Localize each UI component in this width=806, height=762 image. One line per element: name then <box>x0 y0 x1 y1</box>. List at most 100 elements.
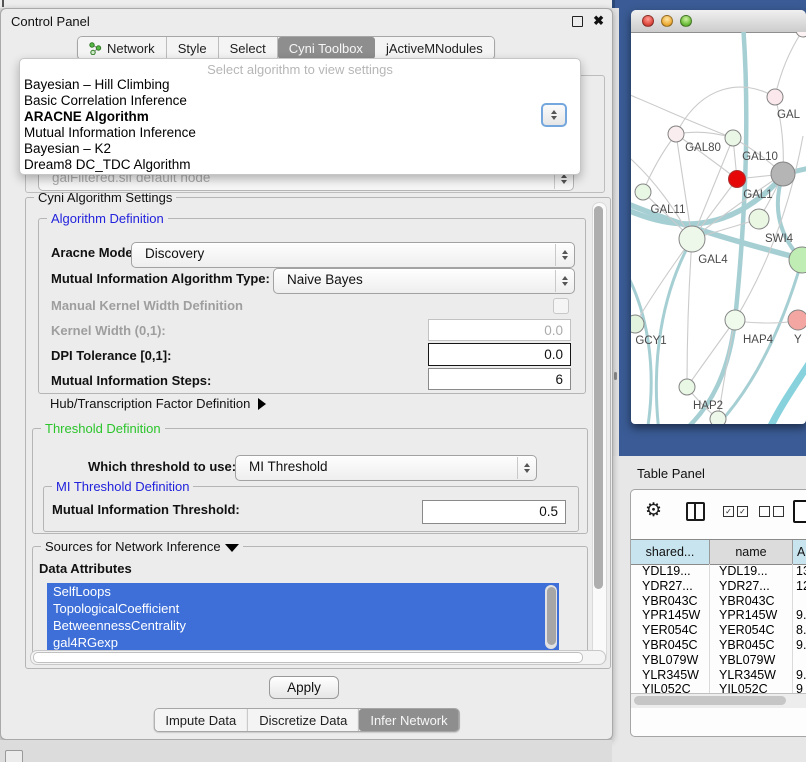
network-node[interactable] <box>725 130 741 146</box>
import-table-icon[interactable] <box>793 500 806 523</box>
network-node[interactable] <box>679 226 705 252</box>
panel-divider[interactable] <box>612 8 619 456</box>
network-node[interactable] <box>767 89 783 105</box>
network-edge[interactable] <box>745 322 788 323</box>
network-edge[interactable] <box>687 239 692 387</box>
dpi-tolerance-field[interactable]: 0.0 <box>428 343 571 366</box>
table-hscrollbar[interactable] <box>631 693 806 708</box>
tab-impute-data[interactable]: Impute Data <box>154 709 248 731</box>
tab-label: Network <box>107 41 155 56</box>
scrollbar-thumb[interactable] <box>594 206 603 589</box>
close-traffic-light-icon[interactable] <box>642 15 654 27</box>
tab-infer-network[interactable]: Infer Network <box>359 709 458 731</box>
manual-kernel-checkbox[interactable] <box>553 298 569 314</box>
network-node[interactable] <box>710 411 726 424</box>
close-icon[interactable]: ✖ <box>593 13 604 29</box>
attribute-list[interactable]: SelfLoopsTopologicalCoefficientBetweenne… <box>47 583 559 651</box>
which-threshold-combo[interactable]: MI Threshold <box>235 455 537 481</box>
network-node[interactable] <box>749 209 769 229</box>
algorithm-option[interactable]: Mutual Information Inference <box>20 125 580 141</box>
minimize-traffic-light-icon[interactable] <box>661 15 673 27</box>
table-row[interactable]: YBL079WYBL079W <box>631 653 806 668</box>
aracne-mode-combo[interactable]: Discovery <box>131 242 575 268</box>
network-edge[interactable] <box>769 348 806 424</box>
apply-button[interactable]: Apply <box>269 676 339 699</box>
network-canvas[interactable]: GALGAL80GAL10GAL1GAL11SWI4GAL4GCY1HAP4YH… <box>631 32 806 424</box>
attribute-list-scrollbar[interactable] <box>545 585 557 649</box>
tab-label: Cyni Toolbox <box>289 41 363 56</box>
column-header[interactable]: A <box>793 540 806 564</box>
scrollbar-thumb[interactable] <box>547 587 556 645</box>
hub-section-toggle[interactable]: Hub/Transcription Factor Definition <box>50 396 266 411</box>
scrollbar-thumb[interactable] <box>33 652 583 663</box>
table-cell: 9. <box>793 638 806 653</box>
mi-threshold-label: Mutual Information Threshold: <box>52 502 240 517</box>
column-header[interactable]: shared... <box>631 540 710 564</box>
control-panel-titlebar[interactable]: Control Panel ✖ <box>1 9 612 33</box>
network-node[interactable] <box>635 184 651 200</box>
network-node[interactable] <box>679 379 695 395</box>
network-edge[interactable] <box>643 134 676 192</box>
zoom-traffic-light-icon[interactable] <box>680 15 692 27</box>
settings-scrollbar[interactable] <box>592 202 607 664</box>
network-node[interactable] <box>729 171 746 188</box>
table-cell: 12 <box>793 579 806 594</box>
table-row[interactable]: YDL19...YDL19...13 <box>631 564 806 579</box>
dock-panel-icon[interactable] <box>5 750 23 762</box>
gear-icon[interactable]: ⚙ <box>645 499 662 522</box>
network-node[interactable] <box>788 310 806 330</box>
table-cell: YDR27... <box>710 579 793 594</box>
attribute-item[interactable]: SelfLoops <box>47 583 559 600</box>
network-node[interactable] <box>771 162 795 186</box>
algorithm-option[interactable]: ARACNE Algorithm <box>20 109 580 125</box>
mi-threshold-field[interactable]: 0.5 <box>422 500 566 524</box>
table-row[interactable]: YDR27...YDR27...12 <box>631 579 806 594</box>
scrollbar-thumb[interactable] <box>634 696 786 705</box>
network-node[interactable] <box>668 126 684 142</box>
tab-jactivemnodules[interactable]: jActiveMNodules <box>375 37 494 59</box>
table-row[interactable]: YBR045CYBR045C9. <box>631 638 806 653</box>
table-cell: YDL19... <box>710 564 793 579</box>
network-node[interactable] <box>725 310 745 330</box>
tab-discretize-data[interactable]: Discretize Data <box>248 709 359 731</box>
network-edge[interactable] <box>676 87 775 134</box>
kernel-width-field[interactable]: 0.0 <box>428 319 571 341</box>
mi-steps-field[interactable]: 6 <box>428 368 571 390</box>
table-row[interactable]: YLR345WYLR345W9. <box>631 668 806 683</box>
combo-stepper-icon <box>517 457 535 479</box>
network-node[interactable] <box>796 32 806 37</box>
settings-hscrollbar[interactable] <box>30 650 606 665</box>
divider-handle-icon[interactable] <box>614 372 617 380</box>
checked-pair-icon[interactable]: ✓✓ <box>723 506 748 517</box>
table-row[interactable]: YBR043CYBR043C <box>631 594 806 609</box>
table-row[interactable]: YER054CYER054C8. <box>631 623 806 638</box>
tab-cyni-toolbox[interactable]: Cyni Toolbox <box>278 37 375 59</box>
network-view-window: GALGAL80GAL10GAL1GAL11SWI4GAL4GCY1HAP4YH… <box>631 10 806 424</box>
algorithm-option[interactable]: Bayesian – K2 <box>20 141 580 157</box>
algorithm-combo-stepper[interactable] <box>541 103 567 127</box>
unchecked-pair-icon[interactable] <box>759 506 784 517</box>
table-row[interactable]: YPR145WYPR145W9. <box>631 608 806 623</box>
tab-network[interactable]: Network <box>78 37 167 59</box>
float-window-icon[interactable] <box>572 16 583 27</box>
columns-icon[interactable] <box>686 502 705 521</box>
network-edge[interactable] <box>775 32 803 97</box>
network-edge[interactable] <box>656 239 692 424</box>
table-cell: YLR345W <box>631 668 710 683</box>
node-label: GCY1 <box>635 335 666 347</box>
network-node[interactable] <box>631 315 644 333</box>
attribute-item[interactable]: BetweennessCentrality <box>47 617 559 634</box>
network-node[interactable] <box>789 247 806 273</box>
network-window-titlebar[interactable] <box>631 10 806 33</box>
tab-select[interactable]: Select <box>219 37 278 59</box>
sources-group-title[interactable]: Sources for Network Inference <box>41 539 243 554</box>
cyni-settings-group: Cyni Algorithm Settings Algorithm Defini… <box>25 197 611 669</box>
column-header[interactable]: name <box>710 540 793 564</box>
algorithm-option[interactable]: Dream8 DC_TDC Algorithm <box>20 157 580 173</box>
algorithm-option[interactable]: Basic Correlation Inference <box>20 93 580 109</box>
attribute-item[interactable]: TopologicalCoefficient <box>47 600 559 617</box>
mi-type-combo[interactable]: Naive Bayes <box>273 268 575 294</box>
tab-style[interactable]: Style <box>167 37 219 59</box>
algorithm-option[interactable]: Bayesian – Hill Climbing <box>20 77 580 93</box>
attribute-item[interactable]: gal4RGexp <box>47 634 559 651</box>
